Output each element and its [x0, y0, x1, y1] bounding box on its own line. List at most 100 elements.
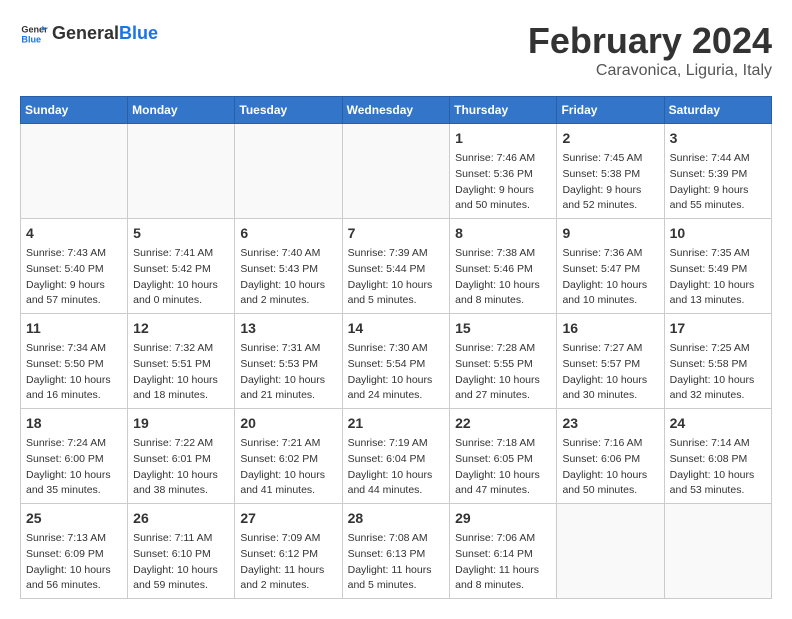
- location: Caravonica, Liguria, Italy: [528, 62, 772, 80]
- day-number: 19: [133, 413, 229, 434]
- day-number: 28: [348, 508, 445, 529]
- day-number: 18: [26, 413, 122, 434]
- day-detail: Sunrise: 7:25 AMSunset: 5:58 PMDaylight:…: [670, 341, 766, 404]
- week-row-4: 25Sunrise: 7:13 AMSunset: 6:09 PMDayligh…: [21, 504, 772, 599]
- day-detail: Sunrise: 7:45 AMSunset: 5:38 PMDaylight:…: [562, 151, 658, 214]
- day-detail: Sunrise: 7:40 AMSunset: 5:43 PMDaylight:…: [240, 246, 336, 309]
- page-header: General Blue GeneralBlue February 2024 C…: [20, 20, 772, 80]
- day-detail: Sunrise: 7:46 AMSunset: 5:36 PMDaylight:…: [455, 151, 551, 214]
- calendar-cell: 8Sunrise: 7:38 AMSunset: 5:46 PMDaylight…: [450, 219, 557, 314]
- day-number: 20: [240, 413, 336, 434]
- day-detail: Sunrise: 7:34 AMSunset: 5:50 PMDaylight:…: [26, 341, 122, 404]
- weekday-header-wednesday: Wednesday: [342, 97, 450, 124]
- calendar-cell: 4Sunrise: 7:43 AMSunset: 5:40 PMDaylight…: [21, 219, 128, 314]
- day-number: 6: [240, 223, 336, 244]
- calendar-cell: [21, 124, 128, 219]
- day-number: 26: [133, 508, 229, 529]
- weekday-header-row: SundayMondayTuesdayWednesdayThursdayFrid…: [21, 97, 772, 124]
- day-number: 23: [562, 413, 658, 434]
- day-detail: Sunrise: 7:27 AMSunset: 5:57 PMDaylight:…: [562, 341, 658, 404]
- day-detail: Sunrise: 7:08 AMSunset: 6:13 PMDaylight:…: [348, 531, 445, 594]
- calendar-cell: 15Sunrise: 7:28 AMSunset: 5:55 PMDayligh…: [450, 314, 557, 409]
- day-detail: Sunrise: 7:43 AMSunset: 5:40 PMDaylight:…: [26, 246, 122, 309]
- day-detail: Sunrise: 7:11 AMSunset: 6:10 PMDaylight:…: [133, 531, 229, 594]
- calendar-cell: 22Sunrise: 7:18 AMSunset: 6:05 PMDayligh…: [450, 409, 557, 504]
- calendar-cell: 3Sunrise: 7:44 AMSunset: 5:39 PMDaylight…: [664, 124, 771, 219]
- day-number: 12: [133, 318, 229, 339]
- day-number: 10: [670, 223, 766, 244]
- calendar-cell: 14Sunrise: 7:30 AMSunset: 5:54 PMDayligh…: [342, 314, 450, 409]
- day-detail: Sunrise: 7:22 AMSunset: 6:01 PMDaylight:…: [133, 436, 229, 499]
- day-number: 16: [562, 318, 658, 339]
- calendar-table: SundayMondayTuesdayWednesdayThursdayFrid…: [20, 96, 772, 599]
- day-detail: Sunrise: 7:19 AMSunset: 6:04 PMDaylight:…: [348, 436, 445, 499]
- day-number: 29: [455, 508, 551, 529]
- svg-text:Blue: Blue: [21, 34, 41, 44]
- calendar-cell: 9Sunrise: 7:36 AMSunset: 5:47 PMDaylight…: [557, 219, 664, 314]
- day-number: 4: [26, 223, 122, 244]
- weekday-header-saturday: Saturday: [664, 97, 771, 124]
- calendar-cell: 6Sunrise: 7:40 AMSunset: 5:43 PMDaylight…: [235, 219, 342, 314]
- calendar-cell: [557, 504, 664, 599]
- calendar-cell: 24Sunrise: 7:14 AMSunset: 6:08 PMDayligh…: [664, 409, 771, 504]
- day-detail: Sunrise: 7:18 AMSunset: 6:05 PMDaylight:…: [455, 436, 551, 499]
- day-number: 25: [26, 508, 122, 529]
- calendar-cell: 16Sunrise: 7:27 AMSunset: 5:57 PMDayligh…: [557, 314, 664, 409]
- logo-general: General: [52, 23, 119, 43]
- calendar-cell: 12Sunrise: 7:32 AMSunset: 5:51 PMDayligh…: [128, 314, 235, 409]
- calendar-cell: 26Sunrise: 7:11 AMSunset: 6:10 PMDayligh…: [128, 504, 235, 599]
- day-detail: Sunrise: 7:35 AMSunset: 5:49 PMDaylight:…: [670, 246, 766, 309]
- calendar-cell: 10Sunrise: 7:35 AMSunset: 5:49 PMDayligh…: [664, 219, 771, 314]
- calendar-cell: 20Sunrise: 7:21 AMSunset: 6:02 PMDayligh…: [235, 409, 342, 504]
- calendar-cell: 11Sunrise: 7:34 AMSunset: 5:50 PMDayligh…: [21, 314, 128, 409]
- day-number: 22: [455, 413, 551, 434]
- day-number: 11: [26, 318, 122, 339]
- calendar-cell: [342, 124, 450, 219]
- calendar-cell: 5Sunrise: 7:41 AMSunset: 5:42 PMDaylight…: [128, 219, 235, 314]
- day-number: 1: [455, 128, 551, 149]
- day-number: 15: [455, 318, 551, 339]
- calendar-cell: 18Sunrise: 7:24 AMSunset: 6:00 PMDayligh…: [21, 409, 128, 504]
- day-number: 8: [455, 223, 551, 244]
- logo-blue: Blue: [119, 23, 158, 43]
- day-detail: Sunrise: 7:28 AMSunset: 5:55 PMDaylight:…: [455, 341, 551, 404]
- logo-icon: General Blue: [20, 20, 48, 48]
- day-detail: Sunrise: 7:16 AMSunset: 6:06 PMDaylight:…: [562, 436, 658, 499]
- day-number: 21: [348, 413, 445, 434]
- title-block: February 2024 Caravonica, Liguria, Italy: [528, 20, 772, 80]
- calendar-cell: [128, 124, 235, 219]
- weekday-header-friday: Friday: [557, 97, 664, 124]
- week-row-2: 11Sunrise: 7:34 AMSunset: 5:50 PMDayligh…: [21, 314, 772, 409]
- day-detail: Sunrise: 7:06 AMSunset: 6:14 PMDaylight:…: [455, 531, 551, 594]
- day-number: 2: [562, 128, 658, 149]
- calendar-cell: [664, 504, 771, 599]
- weekday-header-monday: Monday: [128, 97, 235, 124]
- calendar-cell: 7Sunrise: 7:39 AMSunset: 5:44 PMDaylight…: [342, 219, 450, 314]
- day-detail: Sunrise: 7:09 AMSunset: 6:12 PMDaylight:…: [240, 531, 336, 594]
- calendar-cell: 13Sunrise: 7:31 AMSunset: 5:53 PMDayligh…: [235, 314, 342, 409]
- day-number: 13: [240, 318, 336, 339]
- calendar-cell: 28Sunrise: 7:08 AMSunset: 6:13 PMDayligh…: [342, 504, 450, 599]
- calendar-cell: 2Sunrise: 7:45 AMSunset: 5:38 PMDaylight…: [557, 124, 664, 219]
- calendar-cell: [235, 124, 342, 219]
- week-row-0: 1Sunrise: 7:46 AMSunset: 5:36 PMDaylight…: [21, 124, 772, 219]
- calendar-cell: 27Sunrise: 7:09 AMSunset: 6:12 PMDayligh…: [235, 504, 342, 599]
- calendar-cell: 1Sunrise: 7:46 AMSunset: 5:36 PMDaylight…: [450, 124, 557, 219]
- day-detail: Sunrise: 7:41 AMSunset: 5:42 PMDaylight:…: [133, 246, 229, 309]
- day-detail: Sunrise: 7:32 AMSunset: 5:51 PMDaylight:…: [133, 341, 229, 404]
- day-number: 27: [240, 508, 336, 529]
- week-row-3: 18Sunrise: 7:24 AMSunset: 6:00 PMDayligh…: [21, 409, 772, 504]
- day-number: 24: [670, 413, 766, 434]
- day-detail: Sunrise: 7:31 AMSunset: 5:53 PMDaylight:…: [240, 341, 336, 404]
- logo: General Blue GeneralBlue: [20, 20, 158, 48]
- day-number: 5: [133, 223, 229, 244]
- day-detail: Sunrise: 7:30 AMSunset: 5:54 PMDaylight:…: [348, 341, 445, 404]
- calendar-cell: 21Sunrise: 7:19 AMSunset: 6:04 PMDayligh…: [342, 409, 450, 504]
- calendar-cell: 29Sunrise: 7:06 AMSunset: 6:14 PMDayligh…: [450, 504, 557, 599]
- day-number: 17: [670, 318, 766, 339]
- weekday-header-sunday: Sunday: [21, 97, 128, 124]
- day-detail: Sunrise: 7:21 AMSunset: 6:02 PMDaylight:…: [240, 436, 336, 499]
- day-detail: Sunrise: 7:24 AMSunset: 6:00 PMDaylight:…: [26, 436, 122, 499]
- day-number: 3: [670, 128, 766, 149]
- day-number: 9: [562, 223, 658, 244]
